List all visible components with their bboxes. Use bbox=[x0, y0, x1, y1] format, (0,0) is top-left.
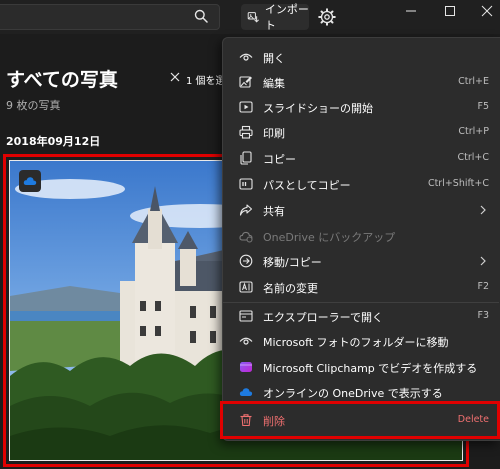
shortcut-text: Ctrl+E bbox=[458, 76, 489, 87]
shortcut-text: Ctrl+P bbox=[458, 126, 489, 137]
menu-item-label: 削除 bbox=[263, 415, 285, 428]
close-icon[interactable] bbox=[477, 3, 497, 19]
menu-item-label: 編集 bbox=[263, 77, 285, 90]
shortcut-text: F2 bbox=[477, 281, 489, 292]
share-icon bbox=[239, 204, 253, 216]
menu-item-label: Microsoft フォトのフォルダーに移動 bbox=[263, 336, 449, 349]
menu-item-label: コピー bbox=[263, 153, 296, 166]
slideshow-icon bbox=[239, 101, 253, 113]
menu-item-label: パスとしてコピー bbox=[263, 179, 351, 192]
menu-item-label: 共有 bbox=[263, 205, 285, 218]
edit-image-icon bbox=[239, 76, 252, 88]
menu-item-label: OneDrive にバックアップ bbox=[263, 231, 396, 244]
import-label: インポート bbox=[264, 3, 309, 32]
menu-item-open-explorer[interactable]: エクスプローラーで開く F3 bbox=[227, 304, 497, 328]
selection-count: 1 個を選 bbox=[186, 76, 226, 87]
shortcut-text: Ctrl+C bbox=[457, 152, 490, 163]
title-bar: インポート bbox=[0, 0, 500, 34]
menu-item-edit[interactable]: 編集 Ctrl+E bbox=[227, 70, 497, 94]
menu-item-delete[interactable]: 削除 Delete bbox=[227, 408, 497, 432]
menu-item-share[interactable]: 共有 bbox=[227, 198, 497, 222]
shortcut-text: F3 bbox=[477, 310, 489, 321]
import-icon bbox=[247, 12, 260, 23]
copy-path-icon bbox=[239, 178, 253, 190]
menu-item-open[interactable]: 開く bbox=[227, 45, 497, 69]
maximize-icon[interactable] bbox=[440, 3, 460, 19]
menu-item-label: Microsoft Clipchamp でビデオを作成する bbox=[263, 362, 478, 375]
shortcut-text: F5 bbox=[477, 101, 489, 112]
menu-item-copy[interactable]: コピー Ctrl+C bbox=[227, 146, 497, 170]
onedrive-icon bbox=[239, 388, 253, 396]
menu-item-print[interactable]: 印刷 Ctrl+P bbox=[227, 120, 497, 144]
shortcut-text: Delete bbox=[457, 414, 489, 425]
menu-item-clipchamp[interactable]: Microsoft Clipchamp でビデオを作成する bbox=[227, 355, 497, 379]
printer-icon bbox=[239, 125, 253, 139]
search-input[interactable] bbox=[0, 4, 220, 30]
trash-icon bbox=[240, 414, 252, 427]
photo-count: 9 枚の写真 bbox=[6, 99, 61, 112]
eye-icon bbox=[239, 337, 253, 345]
import-button[interactable]: インポート bbox=[241, 3, 309, 32]
chevron-right-icon bbox=[480, 256, 486, 266]
menu-item-label: 名前の変更 bbox=[263, 282, 318, 295]
context-menu: 開く 編集 Ctrl+E スライドショーの開始 F5 印刷 Ctrl+P コピー… bbox=[220, 37, 500, 441]
date-header: 2018年09月12日 bbox=[6, 135, 101, 148]
menu-item-label: スライドショーの開始 bbox=[263, 102, 373, 115]
cloud-sync-icon bbox=[239, 231, 253, 243]
menu-item-backup-onedrive: OneDrive にバックアップ bbox=[227, 224, 497, 248]
chevron-right-icon bbox=[480, 205, 486, 215]
menu-item-move-copy[interactable]: 移動/コピー bbox=[227, 249, 497, 273]
menu-item-label: 開く bbox=[263, 52, 285, 65]
page-title: すべての写真 bbox=[6, 69, 118, 91]
copy-icon bbox=[240, 151, 252, 165]
onedrive-cloud-icon bbox=[19, 170, 41, 192]
menu-item-photos-folder[interactable]: Microsoft フォトのフォルダーに移動 bbox=[227, 329, 497, 353]
gear-icon[interactable] bbox=[318, 8, 336, 26]
search-icon[interactable] bbox=[194, 9, 208, 23]
menu-item-label: オンラインの OneDrive で表示する bbox=[263, 387, 443, 400]
rename-icon bbox=[239, 281, 253, 293]
minimize-icon[interactable] bbox=[401, 3, 421, 19]
menu-item-slideshow[interactable]: スライドショーの開始 F5 bbox=[227, 95, 497, 119]
menu-item-rename[interactable]: 名前の変更 F2 bbox=[227, 275, 497, 299]
eye-icon bbox=[239, 53, 253, 61]
shortcut-text: Ctrl+Shift+C bbox=[427, 178, 489, 189]
menu-separator bbox=[223, 302, 499, 303]
clipchamp-icon bbox=[240, 362, 252, 372]
menu-item-label: エクスプローラーで開く bbox=[263, 311, 384, 324]
move-icon bbox=[239, 254, 253, 268]
clear-selection-icon[interactable] bbox=[170, 72, 180, 82]
menu-item-copy-path[interactable]: パスとしてコピー Ctrl+Shift+C bbox=[227, 172, 497, 196]
menu-item-label: 移動/コピー bbox=[263, 256, 322, 269]
explorer-icon bbox=[239, 310, 253, 322]
menu-item-label: 印刷 bbox=[263, 127, 285, 140]
